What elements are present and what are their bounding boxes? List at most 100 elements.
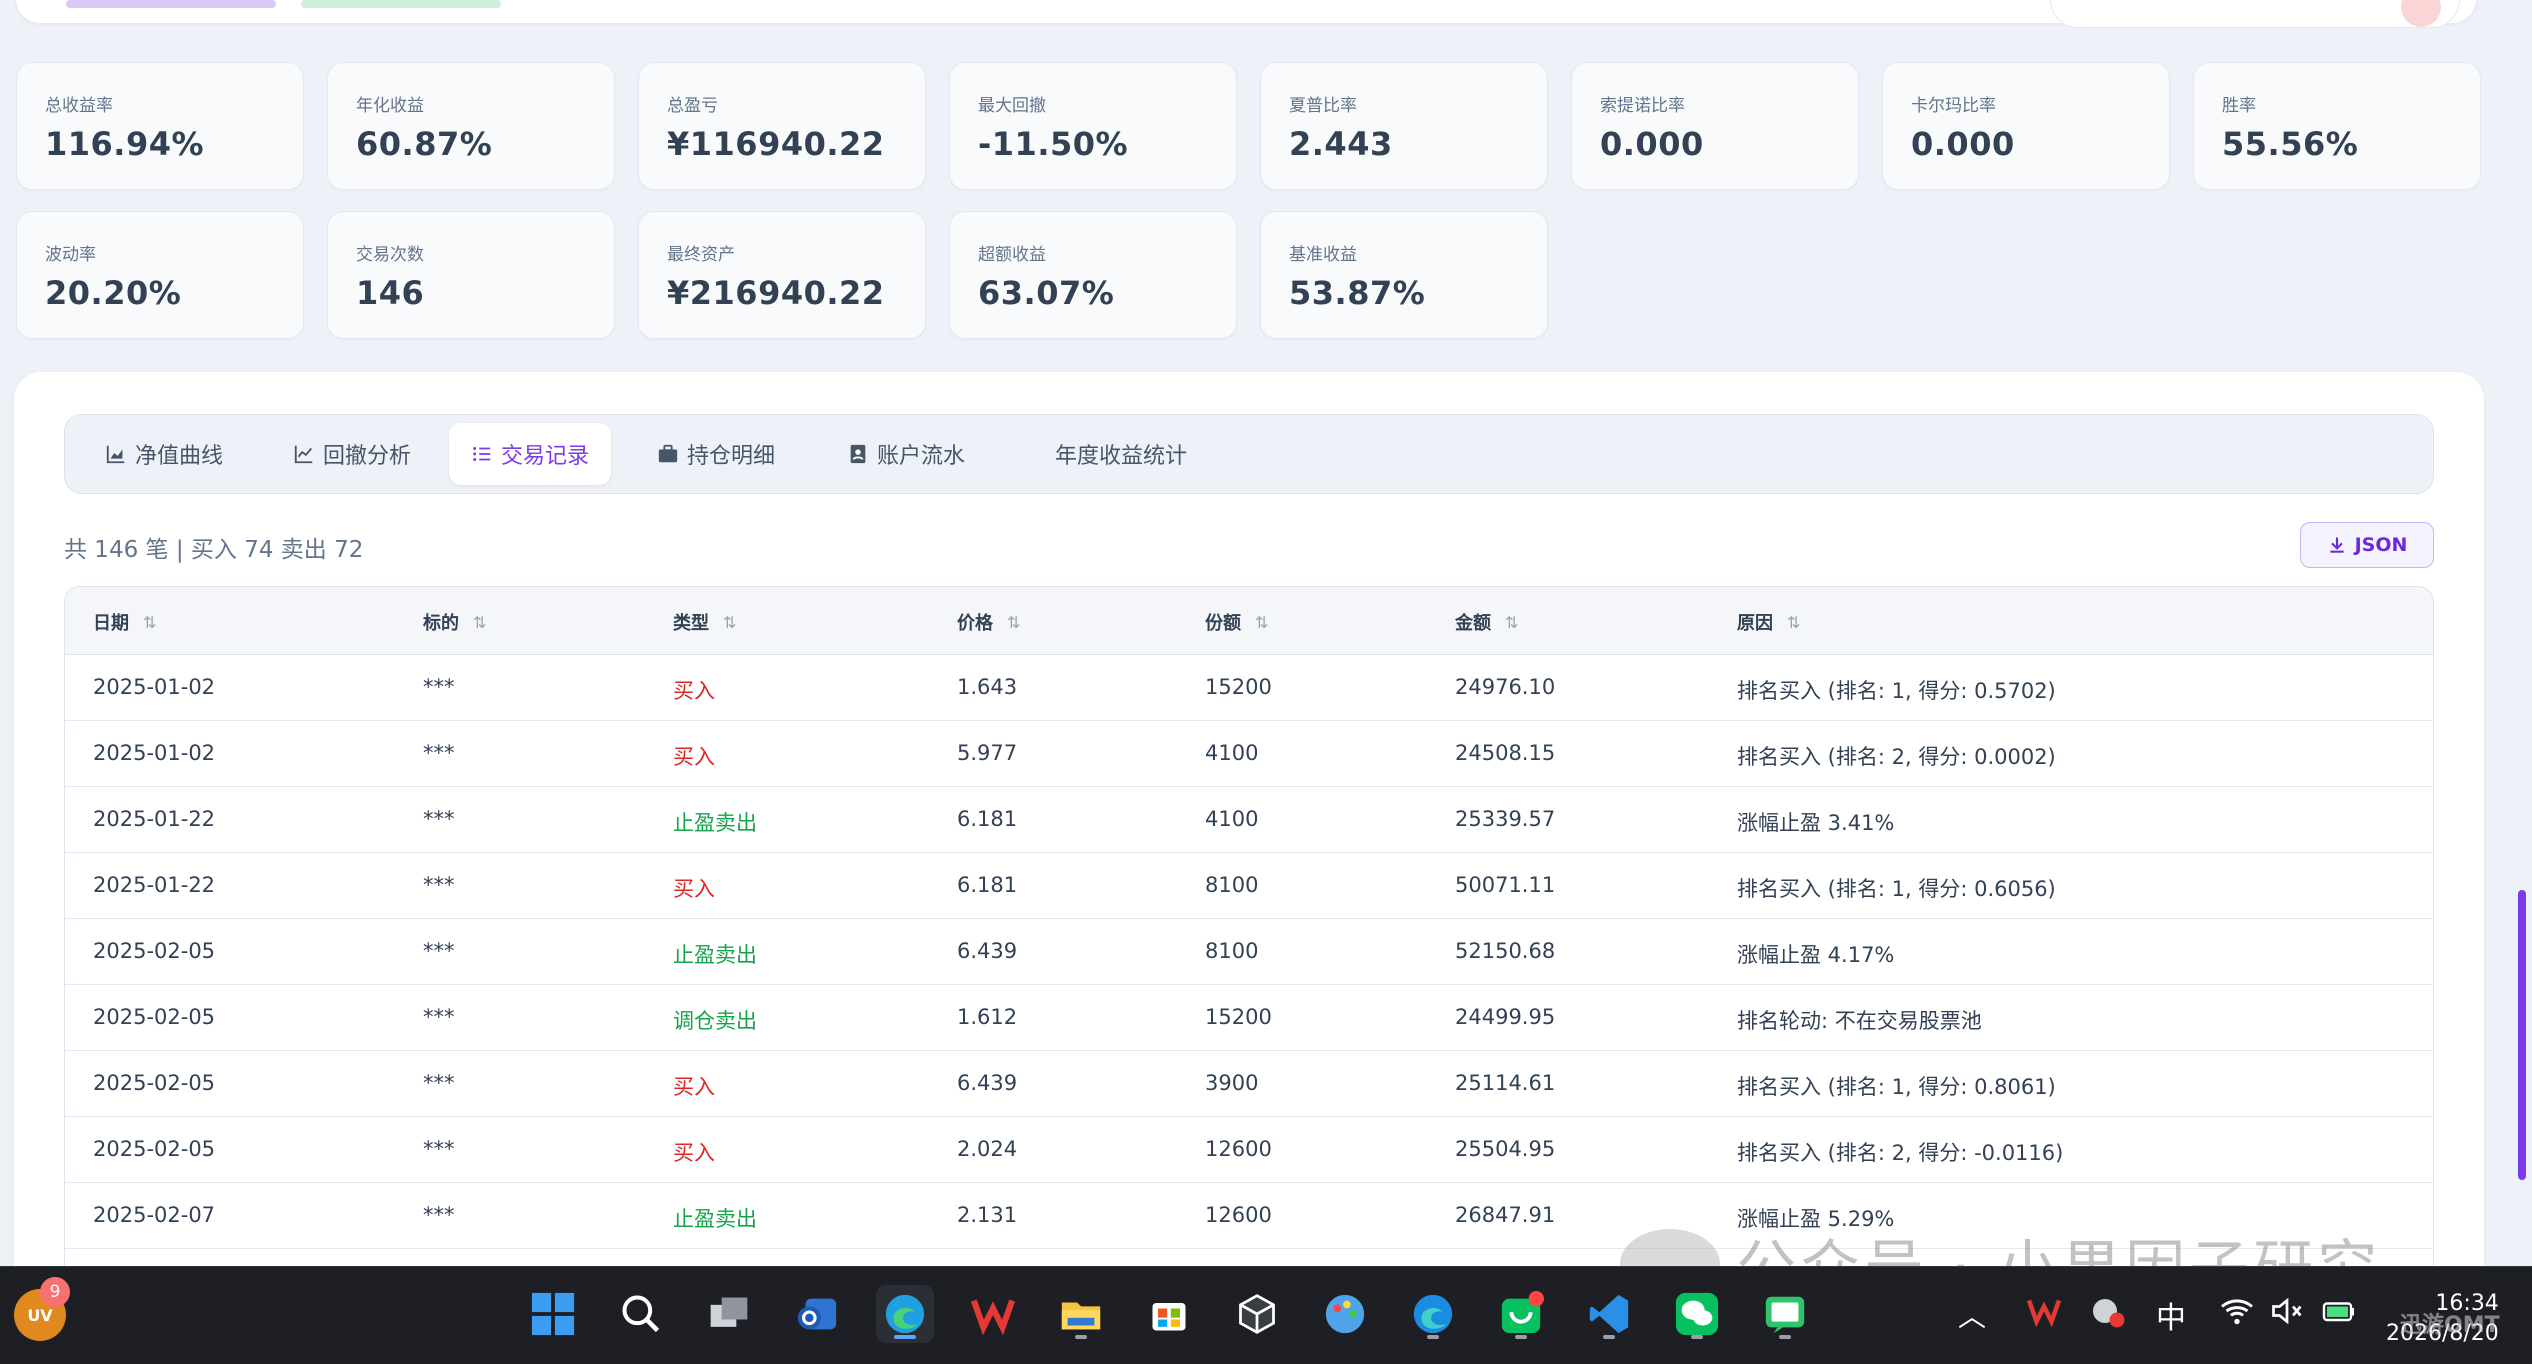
cell-amount: 25339.57: [1455, 807, 1556, 831]
column-header-symbol[interactable]: 标的 ⇅: [423, 609, 486, 635]
metric-value: 53.87%: [1289, 274, 1426, 312]
header-label: 原因: [1737, 613, 1773, 634]
sort-icon[interactable]: ⇅: [1007, 613, 1020, 632]
column-header-price[interactable]: 价格 ⇅: [957, 609, 1020, 635]
export-json-button[interactable]: JSON: [2300, 522, 2434, 568]
cell-symbol: ***: [423, 741, 455, 765]
metric-label: 胜率: [2222, 96, 2256, 116]
tab-nav-curve[interactable]: 净值曲线: [83, 423, 245, 485]
tab-label: 账户流水: [877, 444, 966, 469]
windows-start-icon[interactable]: [524, 1285, 582, 1343]
column-header-shares[interactable]: 份额 ⇅: [1205, 609, 1268, 635]
line-chart-icon: [294, 445, 313, 464]
running-indicator: [1515, 1335, 1527, 1339]
metric-label: 基准收益: [1289, 245, 1357, 265]
cell-date: 2025-02-05: [93, 1137, 216, 1161]
scrollbar-thumb[interactable]: [2518, 890, 2526, 1180]
header-right-controls[interactable]: [2050, 0, 2460, 28]
tab-trades[interactable]: 交易记录: [449, 423, 612, 485]
search-icon[interactable]: [612, 1285, 670, 1343]
running-indicator: [1603, 1335, 1615, 1339]
chevron-up-icon[interactable]: ︿: [1958, 1295, 1986, 1335]
cell-price: 1.643: [957, 675, 1018, 699]
header-pill[interactable]: [66, 0, 276, 8]
microsoft-store-icon[interactable]: [1140, 1285, 1198, 1343]
messenger-app-icon[interactable]: [1492, 1285, 1550, 1343]
task-view-icon[interactable]: [700, 1285, 758, 1343]
column-header-date[interactable]: 日期 ⇅: [93, 609, 156, 635]
metric-card: 最终资产 ¥216940.22: [638, 211, 926, 339]
cell-amount: 24508.15: [1455, 741, 1556, 765]
vscode-icon[interactable]: [1580, 1285, 1638, 1343]
column-header-amount[interactable]: 金额 ⇅: [1455, 609, 1518, 635]
table-header: 日期 ⇅ 标的 ⇅ 类型 ⇅ 价格 ⇅ 份额 ⇅ 金额 ⇅ 原因 ⇅: [65, 587, 2433, 655]
table-row[interactable]: 2025-01-02 *** 买入 5.977 4100 24508.15 排名买入 (排名…: [65, 721, 2433, 787]
ime-indicator[interactable]: 中: [2156, 1293, 2186, 1337]
table-row[interactable]: 2025-02-05 *** 止盈卖出 6.439 8100 52150.68 涨幅止盈 4…: [65, 919, 2433, 985]
briefcase-icon: [658, 444, 678, 463]
metric-label: 交易次数: [356, 245, 424, 265]
outlook-icon[interactable]: [788, 1285, 846, 1343]
cell-shares: 4100: [1205, 741, 1259, 765]
cell-price: 6.439: [957, 939, 1018, 963]
tab-account-flow[interactable]: 账户流水: [825, 423, 987, 485]
metric-label: 夏普比率: [1289, 96, 1357, 116]
table-row[interactable]: 2025-01-22 *** 止盈卖出 6.181 4100 25339.57 涨幅止盈 3…: [65, 787, 2433, 853]
edge-ai-icon[interactable]: [1404, 1285, 1462, 1343]
cell-type: 调仓卖出: [673, 1009, 757, 1033]
metric-value: ¥216940.22: [667, 274, 885, 312]
header-label: 类型: [673, 613, 709, 634]
table-row[interactable]: 2025-02-05 *** 调仓卖出 1.612 15200 24499.95 排名轮动:…: [65, 985, 2433, 1051]
vpn-tray-icon[interactable]: [2090, 1293, 2126, 1337]
column-header-reason[interactable]: 原因 ⇅: [1737, 609, 1800, 635]
metric-card: 夏普比率 2.443: [1260, 62, 1548, 190]
cell-price: 5.977: [957, 741, 1018, 765]
chat-app-icon[interactable]: [1756, 1285, 1814, 1343]
wps-office-icon[interactable]: [964, 1285, 1022, 1343]
download-icon: [2329, 537, 2344, 553]
wps-tray-icon[interactable]: [2026, 1293, 2062, 1337]
cell-shares: 15200: [1205, 675, 1272, 699]
tab-drawdown[interactable]: 回撤分析: [271, 423, 433, 485]
tab-label: 交易记录: [501, 444, 590, 469]
sort-icon[interactable]: ⇅: [1505, 613, 1518, 632]
cell-date: 2025-02-05: [93, 1005, 216, 1029]
3d-app-icon[interactable]: [1228, 1285, 1286, 1343]
table-row[interactable]: 2025-01-22 *** 买入 6.181 8100 50071.11 排名买入 (排名…: [65, 853, 2433, 919]
header-pill[interactable]: [301, 0, 501, 8]
table-row[interactable]: 2025-02-05 *** 买入 2.024 12600 25504.95 排名买入 (排…: [65, 1117, 2433, 1183]
avatar[interactable]: [2401, 0, 2441, 27]
tab-bar: 净值曲线 回撤分析 交易记录 持仓明细 账户流水 年度收益统计: [64, 414, 2434, 494]
results-panel: 净值曲线 回撤分析 交易记录 持仓明细 账户流水 年度收益统计 共 146 笔 …: [14, 372, 2484, 1364]
tab-annual-returns[interactable]: 年度收益统计: [1033, 423, 1209, 485]
file-explorer-icon[interactable]: [1052, 1285, 1110, 1343]
tab-holdings[interactable]: 持仓明细: [635, 423, 797, 485]
wifi-icon[interactable]: [2218, 1293, 2256, 1337]
cell-type: 买入: [673, 679, 715, 703]
notification-badge: 9: [40, 1277, 70, 1307]
running-indicator: [1427, 1335, 1439, 1339]
edge-browser-icon[interactable]: [876, 1285, 934, 1343]
metric-value: 2.443: [1289, 125, 1393, 163]
sort-icon[interactable]: ⇅: [1787, 613, 1800, 632]
paint-icon[interactable]: [1316, 1285, 1374, 1343]
metric-value: -11.50%: [978, 125, 1129, 163]
cell-type: 买入: [673, 1075, 715, 1099]
trade-summary: 共 146 笔 | 买入 74 卖出 72: [64, 537, 364, 563]
battery-charging-icon[interactable]: [2318, 1293, 2360, 1337]
metric-label: 波动率: [45, 245, 96, 265]
metric-value: 116.94%: [45, 125, 205, 163]
metric-label: 索提诺比率: [1600, 96, 1685, 116]
column-header-type[interactable]: 类型 ⇅: [673, 609, 736, 635]
sort-icon[interactable]: ⇅: [723, 613, 736, 632]
wechat-icon[interactable]: [1668, 1285, 1726, 1343]
cell-symbol: ***: [423, 1071, 455, 1095]
sort-icon[interactable]: ⇅: [1255, 613, 1268, 632]
table-row[interactable]: 2025-02-05 *** 买入 6.439 3900 25114.61 排名买入 (排名…: [65, 1051, 2433, 1117]
table-row[interactable]: 2025-01-02 *** 买入 1.643 15200 24976.10 排名买入 (排…: [65, 655, 2433, 721]
sort-icon[interactable]: ⇅: [143, 613, 156, 632]
volume-muted-icon[interactable]: [2268, 1293, 2306, 1337]
sort-icon[interactable]: ⇅: [473, 613, 486, 632]
cell-date: 2025-01-22: [93, 873, 216, 897]
table-body: 2025-01-02 *** 买入 1.643 15200 24976.10 排名买入 (排…: [65, 655, 2433, 1249]
